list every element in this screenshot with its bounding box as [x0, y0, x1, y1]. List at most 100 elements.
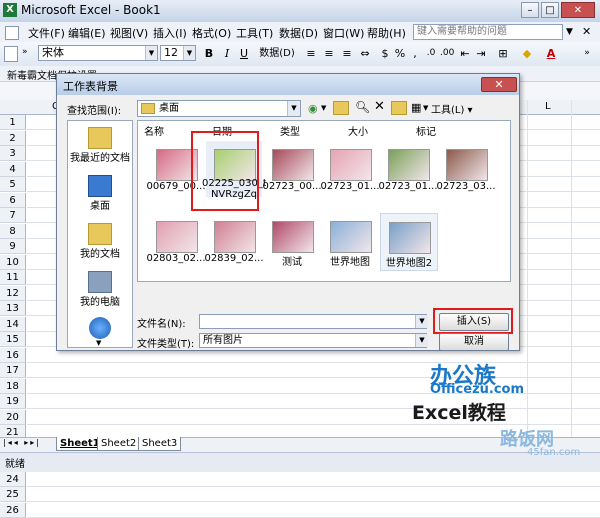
delete-icon[interactable]: ✕ — [374, 99, 385, 114]
row-header[interactable]: 20 — [0, 409, 26, 425]
increase-decimal-icon[interactable]: .0 — [424, 45, 438, 62]
places-scroll-down-icon[interactable]: ▼ — [96, 339, 101, 347]
menu-data[interactable]: 数据(D) — [279, 25, 318, 41]
decrease-indent-icon[interactable]: ⇤ — [458, 45, 472, 62]
minimize-button[interactable]: – — [521, 2, 539, 18]
row-header[interactable]: 15 — [0, 332, 26, 347]
comma-button[interactable]: , — [410, 45, 420, 62]
align-right-icon[interactable]: ≡ — [340, 45, 354, 62]
row-header[interactable]: 11 — [0, 270, 26, 285]
file-item[interactable]: 02723_00... — [262, 141, 322, 197]
row-header[interactable]: 19 — [0, 394, 26, 409]
row-header[interactable]: 3 — [0, 146, 26, 161]
toolbar-chevron-icon[interactable]: » — [22, 47, 28, 57]
row-header[interactable]: 26 — [0, 502, 26, 518]
col-header-type[interactable]: 类型 — [280, 123, 300, 138]
tools-menu[interactable]: 工具(L) ▾ — [431, 101, 473, 116]
dialog-close-button[interactable]: ✕ — [481, 77, 517, 92]
merge-center-icon[interactable]: ⇔ — [358, 45, 372, 62]
menu-view[interactable]: 视图(V) — [110, 25, 148, 41]
align-center-icon[interactable]: ≡ — [322, 45, 336, 62]
borders-icon[interactable]: ⊞ — [496, 45, 510, 62]
align-left-icon[interactable]: ≡ — [304, 45, 318, 62]
fill-color-icon[interactable]: ◆ — [520, 45, 534, 62]
menu-format[interactable]: 格式(O) — [192, 25, 231, 41]
filetype-dropdown-icon[interactable]: ▼ — [415, 334, 428, 347]
menu-help[interactable]: 帮助(H) — [367, 25, 406, 41]
row-header[interactable]: 5 — [0, 177, 26, 192]
row-header[interactable]: 1 — [0, 115, 26, 130]
file-item[interactable]: 02723_03... — [436, 141, 496, 197]
lookin-select[interactable]: 桌面 ▼ — [137, 100, 301, 117]
help-search-input[interactable]: 键入需要帮助的问题 — [413, 24, 563, 40]
tab-scroll-icons[interactable]: |◂◂ ▸▸| — [3, 438, 41, 447]
percent-button[interactable]: % — [394, 45, 406, 62]
new-doc-icon[interactable] — [4, 46, 18, 62]
new-folder-icon[interactable] — [391, 101, 407, 115]
bold-button[interactable]: B — [202, 45, 216, 62]
file-item[interactable]: 测试 — [264, 213, 320, 269]
font-size-select[interactable]: 12 ▼ — [160, 45, 196, 61]
row-header[interactable]: 7 — [0, 208, 26, 223]
row-header[interactable]: 2 — [0, 130, 26, 146]
place-my-computer[interactable]: 我的电脑 — [68, 271, 132, 308]
back-dropdown-icon[interactable]: ▼ — [321, 104, 326, 112]
file-item[interactable]: 02723_01... — [320, 141, 380, 197]
filetype-select[interactable]: 所有图片 — [199, 333, 427, 348]
cancel-button[interactable]: 取消 — [439, 333, 509, 351]
place-desktop[interactable]: 桌面 — [68, 175, 132, 212]
search-web-icon[interactable]: 🔍︎ — [355, 100, 370, 114]
currency-icon[interactable]: $ — [378, 45, 392, 62]
help-dropdown-icon[interactable]: ▼ — [566, 27, 573, 37]
tab-sheet2[interactable]: Sheet2 — [97, 437, 141, 451]
file-item[interactable]: 02723_01... — [378, 141, 438, 197]
row-header[interactable]: 9 — [0, 239, 26, 254]
place-network[interactable] — [68, 317, 132, 339]
views-icon[interactable]: ▦ — [411, 101, 421, 114]
menu-edit[interactable]: 编辑(E) — [68, 25, 106, 41]
place-my-documents[interactable]: 我的文档 — [68, 223, 132, 260]
menu-file[interactable]: 文件(F) — [28, 25, 65, 41]
row-header[interactable]: 4 — [0, 161, 26, 177]
row-header[interactable]: 16 — [0, 347, 26, 363]
row-header[interactable]: 14 — [0, 316, 26, 332]
row-header[interactable]: 24 — [0, 471, 26, 487]
toolbar-options-icon[interactable]: » — [580, 45, 594, 62]
row-header[interactable]: 8 — [0, 223, 26, 239]
back-icon[interactable]: ◉ — [308, 102, 318, 115]
up-folder-icon[interactable] — [333, 101, 349, 115]
increase-indent-icon[interactable]: ⇥ — [474, 45, 488, 62]
maximize-button[interactable]: □ — [541, 2, 559, 18]
file-item[interactable]: 02803_02... — [146, 213, 206, 269]
italic-button[interactable]: I — [220, 45, 234, 62]
font-color-icon[interactable]: A — [544, 45, 558, 62]
decrease-decimal-icon[interactable]: .00 — [440, 45, 454, 62]
row-header[interactable]: 12 — [0, 285, 26, 301]
row-header[interactable]: 25 — [0, 487, 26, 502]
filename-input[interactable] — [199, 314, 427, 329]
row-header[interactable]: 17 — [0, 363, 26, 378]
col-header-size[interactable]: 大小 — [348, 123, 368, 138]
menu-tools[interactable]: 工具(T) — [236, 25, 273, 41]
file-item[interactable]: 02839_02... — [204, 213, 264, 269]
close-workbook-icon[interactable]: ✕ — [582, 25, 591, 38]
row-header[interactable]: 18 — [0, 378, 26, 394]
col-header-tags[interactable]: 标记 — [416, 123, 436, 138]
filename-dropdown-icon[interactable]: ▼ — [415, 315, 428, 328]
row-header[interactable]: 13 — [0, 301, 26, 316]
row-header[interactable]: 10 — [0, 254, 26, 270]
row-header[interactable]: 6 — [0, 192, 26, 208]
menu-insert[interactable]: 插入(I) — [153, 25, 187, 41]
font-name-select[interactable]: 宋体 ▼ — [38, 45, 158, 61]
close-window-button[interactable]: ✕ — [561, 2, 595, 18]
file-item[interactable]: 世界地图 — [322, 213, 378, 269]
tab-sheet3[interactable]: Sheet3 — [138, 437, 182, 451]
col-header-name[interactable]: 名称 — [144, 123, 164, 138]
file-item[interactable]: 世界地图2 — [380, 213, 438, 271]
column-header-l[interactable]: L — [545, 101, 551, 112]
data-format-button[interactable]: 数据(D) — [255, 45, 299, 62]
underline-button[interactable]: U — [237, 45, 251, 62]
menu-window[interactable]: 窗口(W) — [323, 25, 364, 41]
place-recent[interactable]: 我最近的文档 — [68, 127, 132, 164]
views-dropdown-icon[interactable]: ▼ — [423, 104, 428, 112]
